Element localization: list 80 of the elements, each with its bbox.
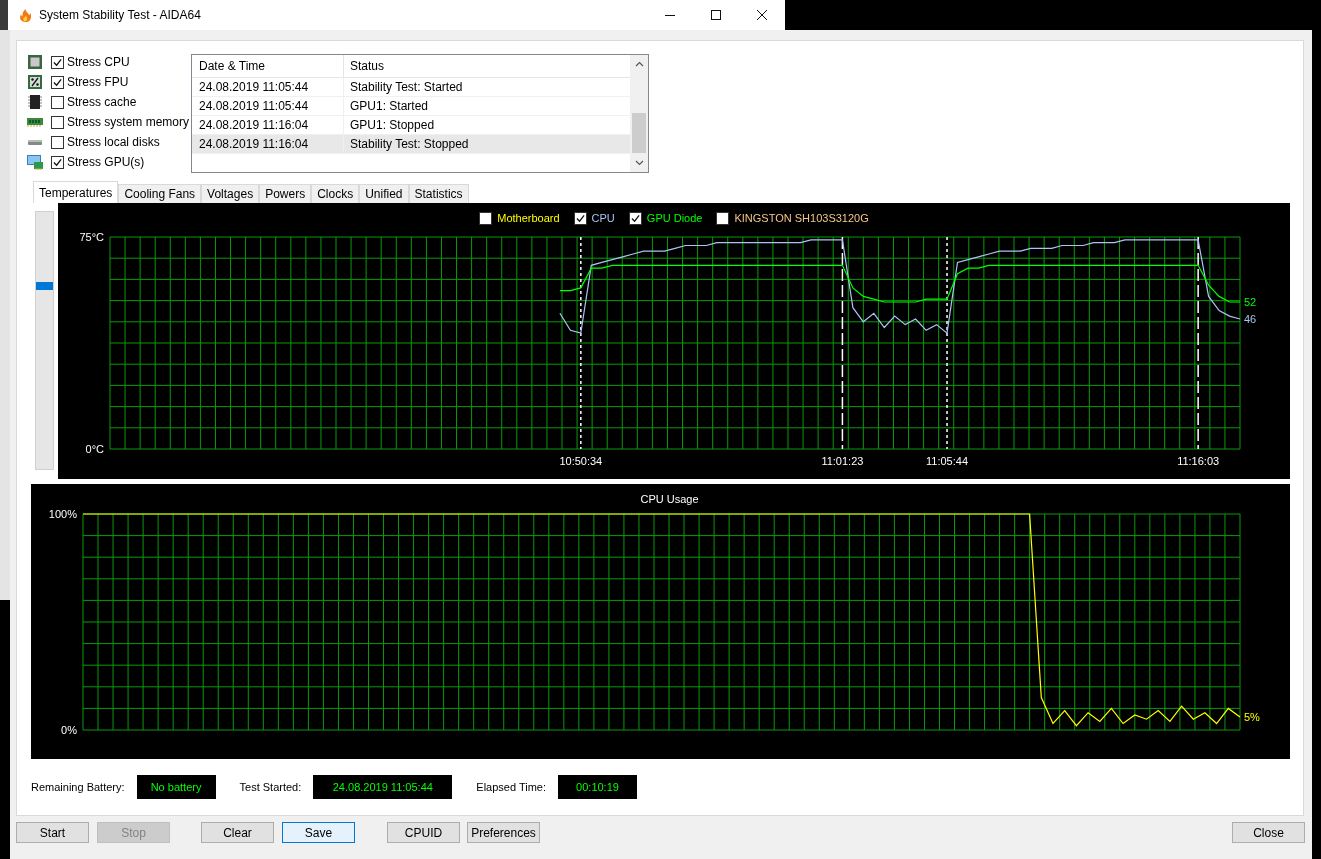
- log-row[interactable]: 24.08.2019 11:05:44 GPU1: Started: [192, 97, 630, 116]
- table-cell-text: GPU1: Stopped: [349, 117, 436, 134]
- checkbox[interactable]: [51, 55, 64, 69]
- option-label: Stress local disks: [67, 134, 160, 151]
- tab[interactable]: Voltages: [201, 184, 260, 203]
- axis-label: 11:16:03: [1177, 455, 1220, 467]
- table-cell: 24.08.2019 11:16:04: [192, 135, 344, 153]
- table-cell-text: Stability Test: Started: [349, 79, 464, 96]
- axis-label: 11:01:23: [821, 455, 864, 467]
- checkbox[interactable]: [51, 115, 64, 129]
- legend-label: Motherboard: [497, 210, 560, 226]
- scroll-down-icon[interactable]: [634, 160, 644, 166]
- option-label: Stress FPU: [67, 74, 129, 91]
- log-row[interactable]: 24.08.2019 11:16:04 Stability Test: Stopped: [192, 135, 630, 154]
- dialog-button[interactable]: CPUID: [387, 822, 460, 843]
- memory-chip-icon: [27, 94, 43, 110]
- current-reading: 46: [1244, 312, 1257, 325]
- flame-icon: [18, 7, 33, 23]
- current-reading: 52: [1244, 296, 1257, 308]
- close-icon: [757, 10, 767, 20]
- axis-label: 11:05:44: [926, 455, 969, 467]
- dialog-button[interactable]: Clear: [201, 822, 274, 843]
- axis-label: 0%: [61, 724, 77, 736]
- chart-title: CPU Usage: [640, 493, 699, 505]
- dialog-button[interactable]: Save: [282, 822, 355, 843]
- window-title: System Stability Test - AIDA64: [39, 7, 201, 24]
- tab[interactable]: Statistics: [408, 184, 469, 203]
- log-row[interactable]: 24.08.2019 11:16:04 GPU1: Stopped: [192, 116, 630, 135]
- table-cell: 24.08.2019 11:05:44: [192, 97, 344, 115]
- option-label: Stress system memory: [67, 114, 189, 131]
- axis-label: 100%: [48, 508, 77, 520]
- zoom-slider[interactable]: [35, 211, 54, 470]
- table-cell-text: GPU1: Started: [349, 98, 430, 115]
- table-cell: 24.08.2019 11:16:04: [192, 116, 344, 134]
- slider-thumb[interactable]: [36, 282, 53, 291]
- dialog-button[interactable]: Start: [16, 822, 89, 843]
- axis-label: 75°C: [79, 231, 104, 243]
- scrollbar[interactable]: [630, 55, 648, 172]
- legend-checkbox[interactable]: [628, 211, 642, 225]
- legend-checkbox[interactable]: [716, 211, 730, 225]
- checkbox[interactable]: [51, 135, 64, 149]
- column-header: Date & Time: [192, 55, 344, 77]
- legend-checkbox[interactable]: [479, 211, 493, 225]
- axis-label: 10:50:34: [559, 455, 603, 467]
- legend-checkbox[interactable]: [573, 211, 587, 225]
- option-label: Stress CPU: [67, 54, 130, 71]
- axis-label: 0°C: [85, 443, 104, 455]
- dialog-button[interactable]: Preferences: [467, 822, 540, 843]
- status-value: 00:10:19: [558, 775, 637, 799]
- maximize-icon: [711, 10, 721, 20]
- checkbox[interactable]: [51, 155, 64, 169]
- tab[interactable]: Temperatures: [33, 181, 119, 203]
- column-header: Status: [349, 58, 386, 75]
- checkbox[interactable]: [51, 75, 64, 89]
- legend-label: GPU Diode: [646, 210, 703, 226]
- table-cell: 24.08.2019 11:05:44: [192, 78, 344, 96]
- dialog-button[interactable]: Close: [1232, 822, 1305, 843]
- table-cell-text: Stability Test: Stopped: [349, 136, 470, 153]
- status-label: Elapsed Time:: [476, 779, 546, 795]
- tab[interactable]: Clocks: [311, 184, 360, 203]
- scroll-up-icon[interactable]: [634, 61, 644, 67]
- monitor-icon: [27, 154, 43, 170]
- status-label: Remaining Battery:: [31, 779, 125, 795]
- status-value: 24.08.2019 11:05:44: [313, 775, 453, 799]
- tab[interactable]: Powers: [259, 184, 312, 203]
- minimize-icon: [665, 14, 675, 16]
- current-reading: 5%: [1244, 711, 1260, 724]
- legend-label: CPU: [591, 210, 615, 226]
- tab[interactable]: Cooling Fans: [118, 184, 202, 203]
- status-label: Test Started:: [239, 779, 302, 795]
- option-label: Stress cache: [67, 94, 137, 111]
- scroll-thumb[interactable]: [632, 113, 646, 153]
- percent-chip-icon: [27, 74, 43, 90]
- chip-icon: [27, 54, 43, 70]
- legend-label: KINGSTON SH103S3120G: [734, 210, 869, 226]
- status-value: No battery: [136, 775, 216, 799]
- log-row[interactable]: 24.08.2019 11:05:44 Stability Test: Started: [192, 78, 630, 97]
- option-label: Stress GPU(s): [67, 154, 145, 171]
- checkbox[interactable]: [51, 95, 64, 109]
- tab[interactable]: Unified: [359, 184, 409, 203]
